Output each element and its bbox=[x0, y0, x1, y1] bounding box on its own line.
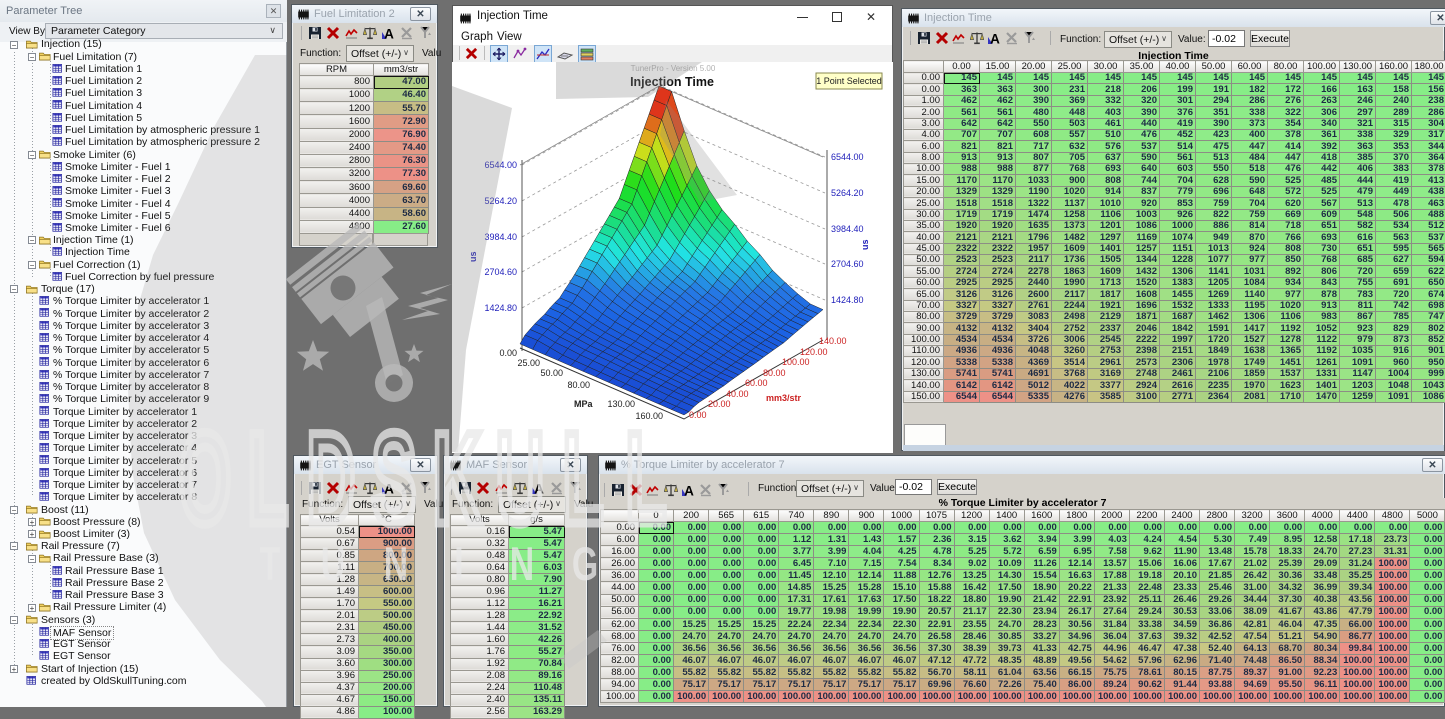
svg-text:120.00: 120.00 bbox=[800, 347, 828, 357]
svg-text:50.00: 50.00 bbox=[540, 368, 563, 378]
svg-text:mm3/str: mm3/str bbox=[766, 393, 802, 403]
svg-text:Injection Time: Injection Time bbox=[630, 75, 714, 89]
svg-text:0.00: 0.00 bbox=[499, 348, 517, 358]
svg-text:TunerPro - Version 5.00: TunerPro - Version 5.00 bbox=[631, 64, 716, 73]
svg-text:us: us bbox=[860, 239, 870, 250]
svg-text:25.00: 25.00 bbox=[517, 358, 540, 368]
svg-text:20.00: 20.00 bbox=[708, 399, 731, 409]
svg-text:2704.60: 2704.60 bbox=[484, 267, 517, 277]
svg-text:3984.40: 3984.40 bbox=[484, 232, 517, 242]
svg-text:3984.40: 3984.40 bbox=[831, 224, 864, 234]
svg-text:1424.80: 1424.80 bbox=[484, 303, 517, 313]
svg-text:130.00: 130.00 bbox=[607, 399, 635, 409]
svg-text:6544.00: 6544.00 bbox=[831, 152, 864, 162]
svg-text:0.00: 0.00 bbox=[689, 410, 707, 420]
svg-text:60.00: 60.00 bbox=[745, 378, 768, 388]
svg-text:80.00: 80.00 bbox=[567, 380, 590, 390]
svg-text:5264.20: 5264.20 bbox=[484, 196, 517, 206]
svg-text:us: us bbox=[468, 251, 478, 262]
svg-text:1 Point Selected: 1 Point Selected bbox=[816, 76, 882, 86]
svg-text:2704.60: 2704.60 bbox=[831, 259, 864, 269]
svg-text:80.00: 80.00 bbox=[763, 368, 786, 378]
svg-text:5264.20: 5264.20 bbox=[831, 188, 864, 198]
svg-text:1424.80: 1424.80 bbox=[831, 295, 864, 305]
svg-text:MPa: MPa bbox=[574, 399, 594, 409]
svg-text:6544.00: 6544.00 bbox=[484, 160, 517, 170]
svg-text:100.00: 100.00 bbox=[782, 357, 810, 367]
svg-text:160.00: 160.00 bbox=[635, 411, 663, 421]
svg-text:140.00: 140.00 bbox=[819, 336, 847, 346]
svg-text:40.00: 40.00 bbox=[726, 389, 749, 399]
